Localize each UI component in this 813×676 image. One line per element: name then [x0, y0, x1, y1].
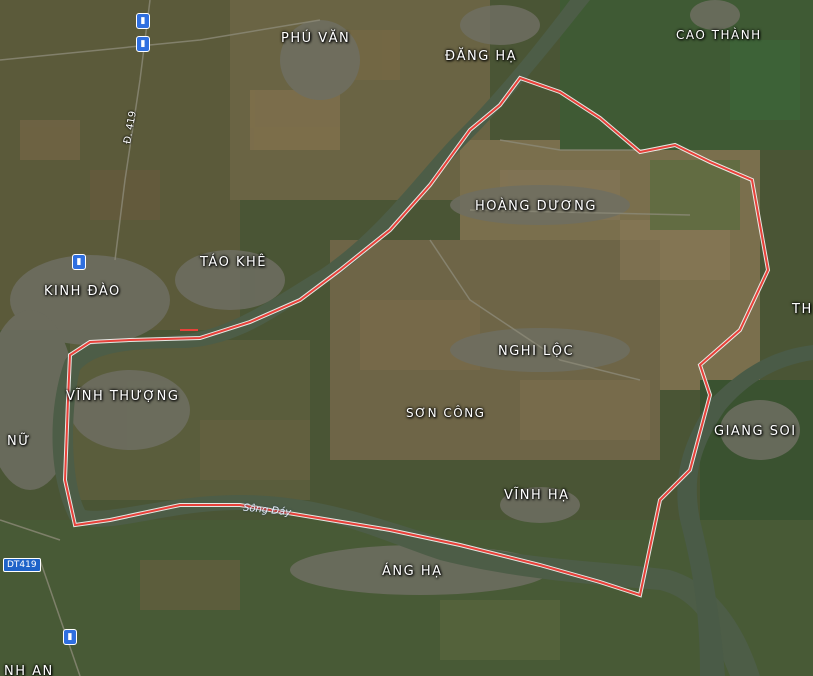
satellite-map[interactable]: PHÚ VĂN ĐĂNG HẠ CAO THÀNH HOÀNG DƯƠNG TÁ…: [0, 0, 813, 676]
place-label-hoang-duong: HOÀNG DƯƠNG: [475, 199, 597, 214]
place-label-vinh-thuong: VĨNH THƯỢNG: [66, 389, 180, 404]
place-label-phu-van: PHÚ VĂN: [281, 31, 351, 46]
place-label-nhi-an: NH AN: [4, 664, 54, 676]
road-shield-dt419: DT419: [3, 558, 41, 572]
place-label-nghi-loc: NGHI LỘC: [498, 344, 575, 359]
place-label-vinh-ha: VĨNH HẠ: [504, 488, 570, 503]
bus-stop-icon[interactable]: ▮: [136, 36, 150, 52]
place-label-nu: NỮ: [7, 434, 31, 449]
place-label-kinh-dao: KINH ĐÀO: [44, 284, 121, 299]
place-label-giang-soi: GIANG SOI: [714, 424, 797, 439]
place-label-cao-thanh: CAO THÀNH: [676, 28, 762, 42]
bus-stop-icon[interactable]: ▮: [136, 13, 150, 29]
bus-stop-icon[interactable]: ▮: [72, 254, 86, 270]
place-label-ang-ha: ÁNG HẠ: [382, 564, 443, 579]
place-label-tao-khe: TÁO KHÊ: [200, 255, 267, 270]
bus-stop-icon[interactable]: ▮: [63, 629, 77, 645]
place-label-son-cong: SƠN CÔNG: [406, 406, 486, 420]
place-label-th: TH: [792, 302, 813, 317]
place-label-dang-ha: ĐĂNG HẠ: [445, 49, 518, 64]
